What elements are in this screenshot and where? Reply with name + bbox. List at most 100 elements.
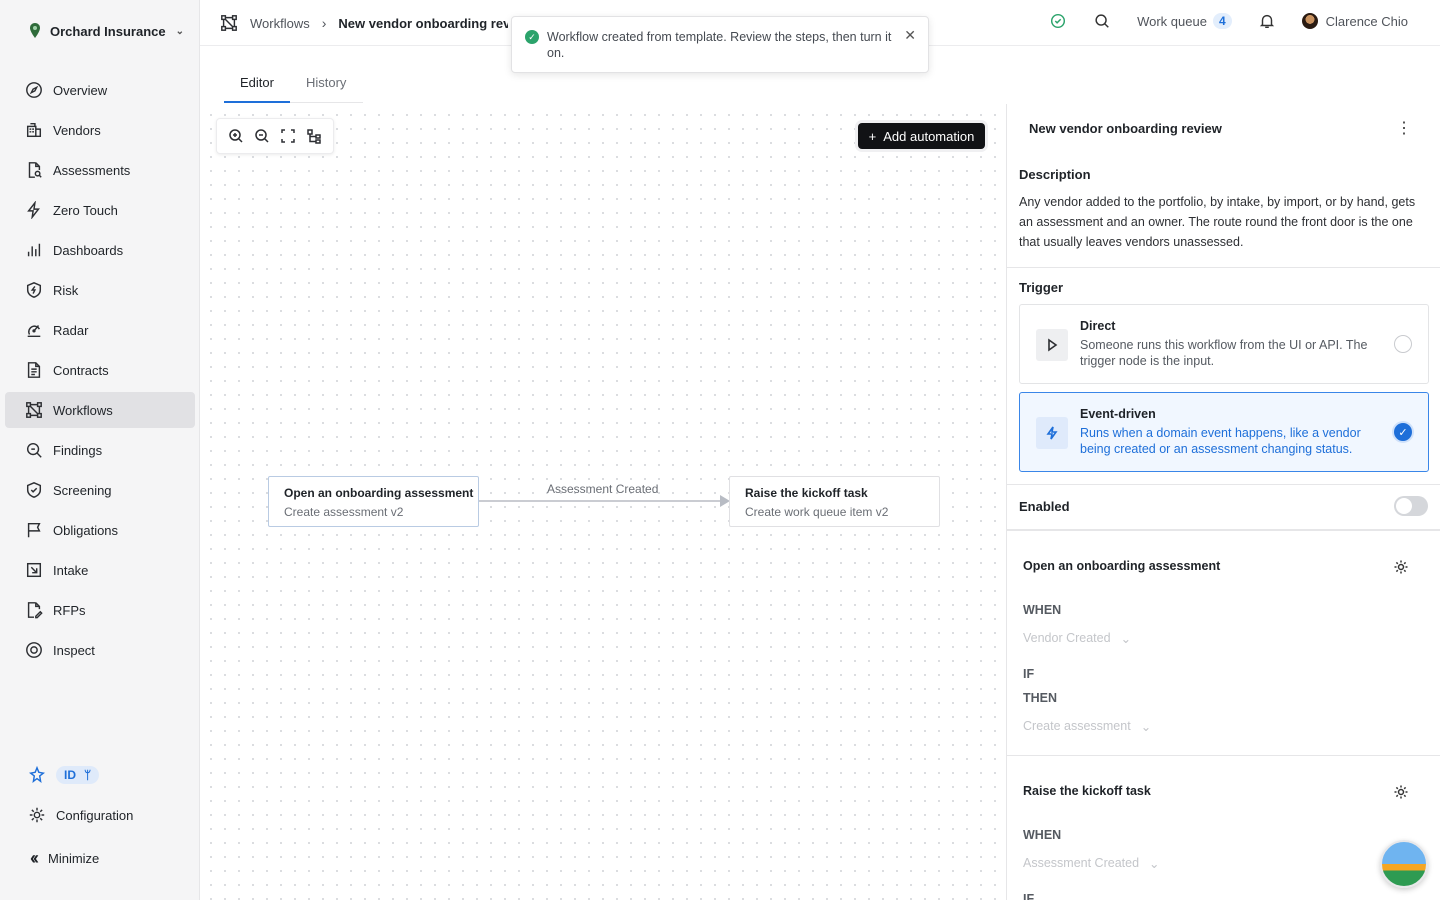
bolt-icon xyxy=(24,200,44,220)
sidebar-item-risk[interactable]: Risk xyxy=(5,272,195,308)
chevron-right-icon: › xyxy=(321,15,327,31)
when-select[interactable]: Assessment Created ⌄ xyxy=(1023,856,1160,871)
eye-icon xyxy=(24,640,44,660)
sidebar-item-label: Inspect xyxy=(53,642,95,658)
canvas-toolbar xyxy=(216,118,334,154)
bell-icon[interactable] xyxy=(1258,12,1276,30)
file-search-icon xyxy=(24,160,44,180)
breadcrumb: Workflows › New vendor onboarding review xyxy=(220,14,508,32)
tab-editor[interactable]: Editor xyxy=(224,64,290,103)
radio-button-selected[interactable]: ✓ xyxy=(1394,423,1412,441)
editor-tabs: Editor History xyxy=(224,64,363,103)
user-menu[interactable]: Clarence Chio xyxy=(1301,13,1408,29)
auto-layout-icon[interactable] xyxy=(304,126,324,146)
zoom-in-icon[interactable] xyxy=(226,126,246,146)
step-card: Open an onboarding assessment WHEN Vendo… xyxy=(1007,530,1440,754)
sidebar-item-contracts[interactable]: Contracts xyxy=(5,352,195,388)
description-heading: Description xyxy=(1019,167,1091,182)
edge-label: Assessment Created xyxy=(547,482,659,496)
sidebar-item-label: Screening xyxy=(53,482,112,498)
minimize-button[interactable]: ‹‹ Minimize xyxy=(30,848,99,869)
sidebar-item-obligations[interactable]: Obligations xyxy=(5,512,195,548)
user-name: Clarence Chio xyxy=(1325,13,1408,29)
assistant-launcher-button[interactable] xyxy=(1380,840,1428,888)
sidebar-item-zero-touch[interactable]: Zero Touch xyxy=(5,192,195,228)
add-automation-label: Add automation xyxy=(883,128,975,144)
trigger-option-event-driven[interactable]: Event-driven Runs when a domain event ha… xyxy=(1019,392,1429,472)
sidebar-item-screening[interactable]: Screening xyxy=(5,472,195,508)
org-switcher[interactable]: Orchard Insurance ⌄ xyxy=(28,22,184,40)
fit-view-icon[interactable] xyxy=(278,126,298,146)
sidebar-item-label: Obligations xyxy=(53,522,119,538)
trigger-option-desc: Someone runs this workflow from the UI o… xyxy=(1080,338,1368,368)
success-check-icon: ✓ xyxy=(525,30,539,44)
step-title: Raise the kickoff task xyxy=(1023,784,1151,798)
workflow-node[interactable]: Open an onboarding assessment Create ass… xyxy=(268,476,479,527)
branch-icon: ᛘ xyxy=(84,768,92,782)
gear-icon[interactable] xyxy=(1393,784,1409,800)
node-title: Open an onboarding assessment xyxy=(284,486,474,500)
sidebar-item-dashboards[interactable]: Dashboards xyxy=(5,232,195,268)
sidebar-item-label: Findings xyxy=(53,442,103,458)
step-title: Open an onboarding assessment xyxy=(1023,559,1221,573)
identity-row[interactable]: ID ᛘ xyxy=(28,766,100,784)
sidebar-item-inspect[interactable]: Inspect xyxy=(5,632,195,668)
trigger-option-direct[interactable]: Direct Someone runs this workflow from t… xyxy=(1019,304,1429,384)
sidebar-item-label: Zero Touch xyxy=(53,202,118,218)
chevron-down-icon: ⌄ xyxy=(1120,632,1132,646)
id-badge-label: ID xyxy=(64,768,76,782)
location-pin-icon xyxy=(30,23,40,38)
breadcrumb-current: New vendor onboarding review xyxy=(338,15,509,31)
work-queue-button[interactable]: Work queue 4 xyxy=(1137,13,1232,29)
check-circle-icon[interactable] xyxy=(1049,12,1067,30)
sidebar: Orchard Insurance ⌄ Overview Vendors Ass… xyxy=(0,0,200,900)
then-select[interactable]: Create assessment ⌄ xyxy=(1023,719,1151,734)
add-automation-button[interactable]: + Add automation xyxy=(858,123,985,149)
sidebar-item-intake[interactable]: Intake xyxy=(5,552,195,588)
enabled-toggle[interactable] xyxy=(1394,496,1428,516)
document-icon xyxy=(24,360,44,380)
chevron-down-icon: ⌄ xyxy=(1149,857,1160,871)
work-queue-count: 4 xyxy=(1212,13,1232,29)
sidebar-item-label: Vendors xyxy=(53,122,101,138)
workflow-node[interactable]: Raise the kickoff task Create work queue… xyxy=(729,476,940,527)
node-subtitle: Create assessment v2 xyxy=(284,505,404,519)
tab-history[interactable]: History xyxy=(290,64,362,103)
configuration-label: Configuration xyxy=(56,807,134,823)
description-text: Any vendor added to the portfolio, by in… xyxy=(1019,195,1416,249)
id-badge[interactable]: ID ᛘ xyxy=(56,766,100,784)
radio-button[interactable] xyxy=(1394,335,1412,353)
chevron-down-icon: ⌄ xyxy=(1140,720,1152,734)
sidebar-item-findings[interactable]: Findings xyxy=(5,432,195,468)
sidebar-item-rfps[interactable]: RFPs xyxy=(5,592,195,628)
sidebar-item-label: Overview xyxy=(53,82,108,98)
org-name: Orchard Insurance xyxy=(50,23,166,39)
workflow-canvas[interactable]: + Add automation Open an onboarding asse… xyxy=(200,104,1006,900)
zoom-out-icon[interactable] xyxy=(252,126,272,146)
toast-notification: ✓ Workflow created from template. Review… xyxy=(511,16,929,73)
work-queue-label: Work queue xyxy=(1137,13,1207,29)
workflow-icon xyxy=(221,15,237,31)
then-value: Create assessment xyxy=(1023,719,1131,733)
file-edit-icon xyxy=(24,600,44,620)
bolt-icon xyxy=(1036,417,1068,449)
close-icon[interactable]: ✕ xyxy=(904,27,916,44)
top-actions: Work queue 4 Clarence Chio xyxy=(1049,12,1408,30)
configuration-link[interactable]: Configuration xyxy=(28,806,133,824)
sidebar-item-vendors[interactable]: Vendors xyxy=(5,112,195,148)
more-vertical-icon[interactable]: ⋮ xyxy=(1396,118,1412,138)
sidebar-nav: Overview Vendors Assessments Zero Touch … xyxy=(0,72,200,672)
plus-icon: + xyxy=(868,128,877,144)
step-card: Raise the kickoff task WHEN Assessment C… xyxy=(1007,755,1440,900)
search-icon[interactable] xyxy=(1093,12,1111,30)
workflow-icon xyxy=(24,400,44,420)
when-select[interactable]: Vendor Created ⌄ xyxy=(1023,631,1131,646)
enabled-label: Enabled xyxy=(1019,499,1070,514)
if-label: IF xyxy=(1023,667,1035,681)
breadcrumb-workflows[interactable]: Workflows xyxy=(250,16,310,31)
sidebar-item-workflows[interactable]: Workflows xyxy=(5,392,195,428)
sidebar-item-overview[interactable]: Overview xyxy=(5,72,195,108)
sidebar-item-radar[interactable]: Radar xyxy=(5,312,195,348)
gear-icon[interactable] xyxy=(1393,559,1409,575)
sidebar-item-assessments[interactable]: Assessments xyxy=(5,152,195,188)
